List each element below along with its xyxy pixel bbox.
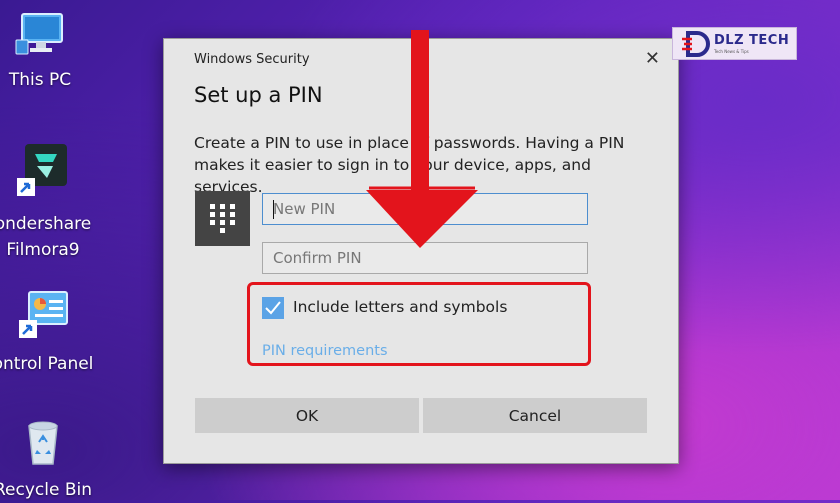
logo-mark-icon (682, 31, 710, 57)
control-panel-icon (19, 291, 68, 338)
dlz-tech-logo: DLZ TECH Tech News & Tips (672, 27, 797, 60)
desktop-icon-label: ondershare Filmora9 (0, 214, 92, 260)
desktop-icon-control-panel[interactable]: ontrol Panel (0, 290, 98, 377)
new-pin-input[interactable] (262, 193, 588, 225)
logo-tagline: Tech News & Tips (714, 49, 749, 54)
logo-brand: DLZ TECH (714, 33, 790, 48)
desktop-icon-filmora[interactable]: ondershare Filmora9 (0, 144, 98, 263)
recycle-bin-icon (28, 421, 58, 465)
keypad-icon (195, 191, 250, 246)
text-caret (273, 200, 274, 219)
desktop-icon-recycle-bin[interactable]: Recycle Bin (0, 418, 98, 503)
windows-security-dialog: Windows Security ✕ Set up a PIN Create a… (163, 38, 679, 464)
ok-button[interactable]: OK (195, 398, 419, 433)
cancel-button[interactable]: Cancel (423, 398, 647, 433)
highlight-box (247, 282, 591, 366)
close-icon[interactable]: ✕ (645, 49, 660, 69)
desktop-icon-this-pc[interactable]: This PC (0, 10, 80, 93)
computer-icon (15, 13, 63, 55)
desktop-icon-label: This PC (8, 70, 72, 90)
confirm-pin-input[interactable] (262, 242, 588, 274)
dialog-heading: Set up a PIN (194, 83, 323, 107)
dialog-description: Create a PIN to use in place of password… (194, 134, 625, 196)
desktop-icon-label: ontrol Panel (0, 354, 94, 374)
window-title: Windows Security (194, 52, 310, 67)
filmora-icon (17, 144, 67, 196)
desktop-icon-label: Recycle Bin (0, 480, 92, 500)
